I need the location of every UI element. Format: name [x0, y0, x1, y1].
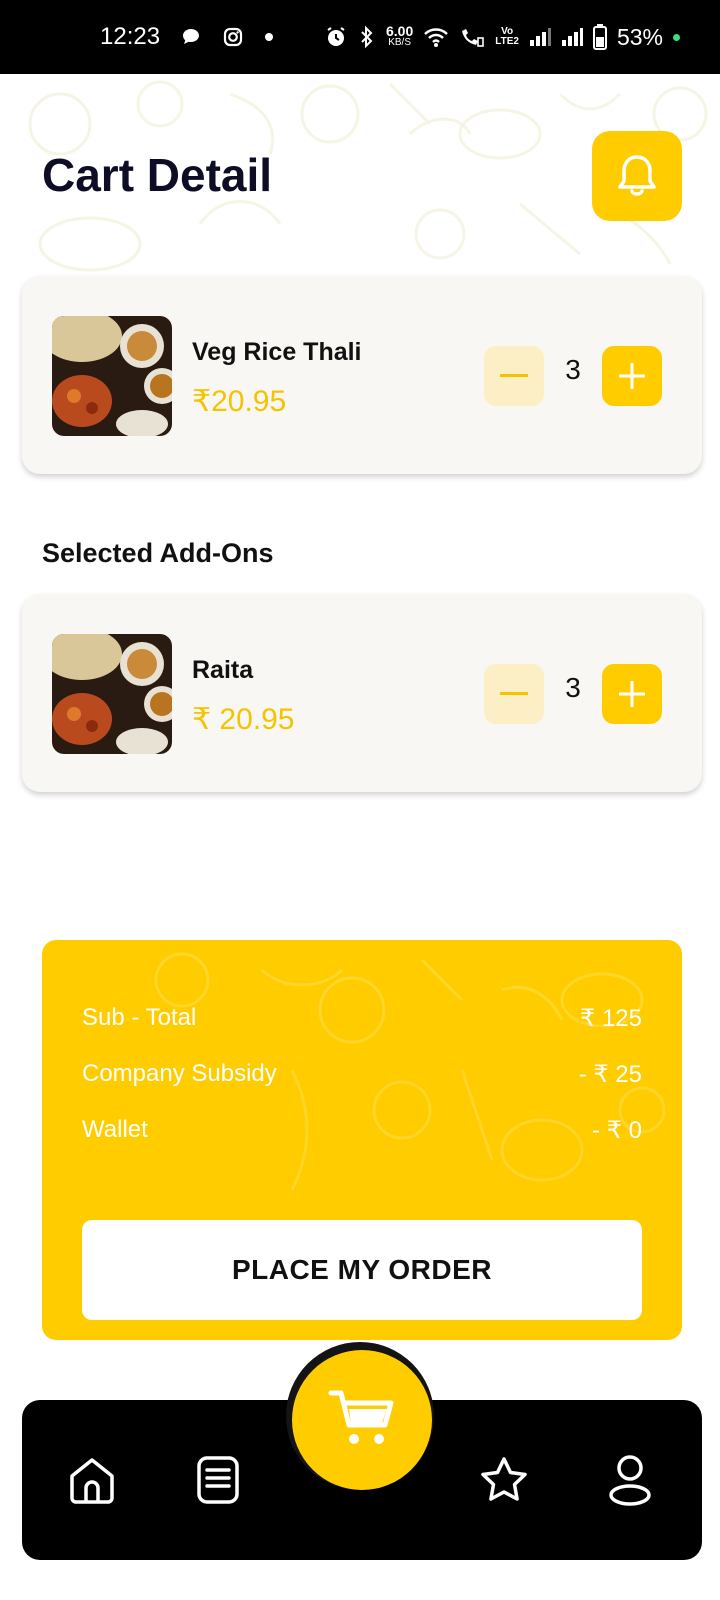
- star-icon: [481, 1457, 527, 1501]
- profile-icon: [609, 1455, 651, 1506]
- volte-label: Vo LTE2: [495, 27, 519, 47]
- wifi-calling-icon: [459, 26, 485, 48]
- quantity-value: 3: [565, 354, 581, 385]
- bluetooth-icon: [358, 25, 376, 49]
- addon-price: ₹ 20.95: [192, 703, 295, 736]
- privacy-indicator-dot: [673, 33, 680, 41]
- nav-favorites[interactable]: [474, 1450, 534, 1510]
- decrease-quantity-button[interactable]: [484, 346, 544, 406]
- net-speed-unit: KB/S: [388, 37, 411, 48]
- net-speed-value: 6.00: [385, 23, 414, 39]
- addon-name: Raita: [192, 656, 254, 684]
- menu-icon: [197, 1456, 239, 1504]
- quantity-value: 3: [565, 672, 581, 703]
- summary-value: - ₹ 0: [592, 1117, 642, 1144]
- signal-2-icon: [561, 27, 583, 47]
- summary-label: Company Subsidy: [82, 1060, 277, 1087]
- summary-value: ₹ 125: [580, 1005, 642, 1032]
- item-price: ₹20.95: [192, 385, 287, 418]
- status-left: 12:23: [100, 23, 274, 51]
- addons-section-title: Selected Add-Ons: [42, 538, 274, 568]
- place-order-button[interactable]: PLACE MY ORDER: [82, 1220, 642, 1320]
- plus-icon: [619, 363, 645, 389]
- cart-icon: [328, 1390, 394, 1444]
- bell-icon: [618, 155, 656, 196]
- item-name: Veg Rice Thali: [192, 338, 362, 366]
- minus-icon: [500, 374, 528, 377]
- nav-home[interactable]: [62, 1450, 122, 1510]
- decrease-quantity-button[interactable]: [484, 664, 544, 724]
- status-bar: 12:23 6.00 KB/S Vo LTE2 53%: [0, 0, 720, 74]
- increase-quantity-button[interactable]: [602, 664, 662, 724]
- nav-menu[interactable]: [188, 1450, 248, 1510]
- nav-profile[interactable]: [600, 1450, 660, 1510]
- summary-row-wallet: Wallet - ₹ 0: [82, 1116, 642, 1145]
- home-icon: [70, 1458, 114, 1504]
- notifications-button[interactable]: [592, 131, 682, 221]
- summary-label: Sub - Total: [82, 1004, 197, 1031]
- increase-quantity-button[interactable]: [602, 346, 662, 406]
- summary-row-subtotal: Sub - Total ₹ 125: [82, 1004, 642, 1033]
- addon-item-card: Raita ₹ 20.95 3: [22, 594, 702, 792]
- battery-icon: [592, 24, 607, 50]
- signal-1-icon: [529, 27, 551, 47]
- alarm-icon: [324, 25, 348, 49]
- net-speed: 6.00 KB/S: [385, 23, 414, 48]
- battery-percent: 53%: [616, 23, 663, 50]
- chat-bubble-icon: [180, 26, 202, 48]
- wifi-icon: [423, 26, 449, 48]
- volte-bottom: LTE2: [495, 36, 519, 47]
- cart-item-card: Veg Rice Thali ₹20.95 3: [22, 276, 702, 474]
- order-summary-panel: Sub - Total ₹ 125 Company Subsidy - ₹ 25…: [42, 940, 682, 1340]
- instagram-icon: [222, 26, 244, 48]
- plus-icon: [619, 681, 645, 707]
- food-image: [52, 316, 172, 436]
- summary-value: - ₹ 25: [578, 1061, 642, 1088]
- food-image: [52, 634, 172, 754]
- minus-icon: [500, 692, 528, 695]
- page-title: Cart Detail: [42, 149, 273, 201]
- summary-label: Wallet: [82, 1116, 148, 1143]
- notification-dot-icon: [264, 32, 274, 42]
- summary-row-subsidy: Company Subsidy - ₹ 25: [82, 1060, 642, 1089]
- nav-cart-button[interactable]: [292, 1350, 432, 1490]
- status-right: 6.00 KB/S Vo LTE2 53%: [324, 24, 680, 51]
- status-time: 12:23: [100, 23, 161, 50]
